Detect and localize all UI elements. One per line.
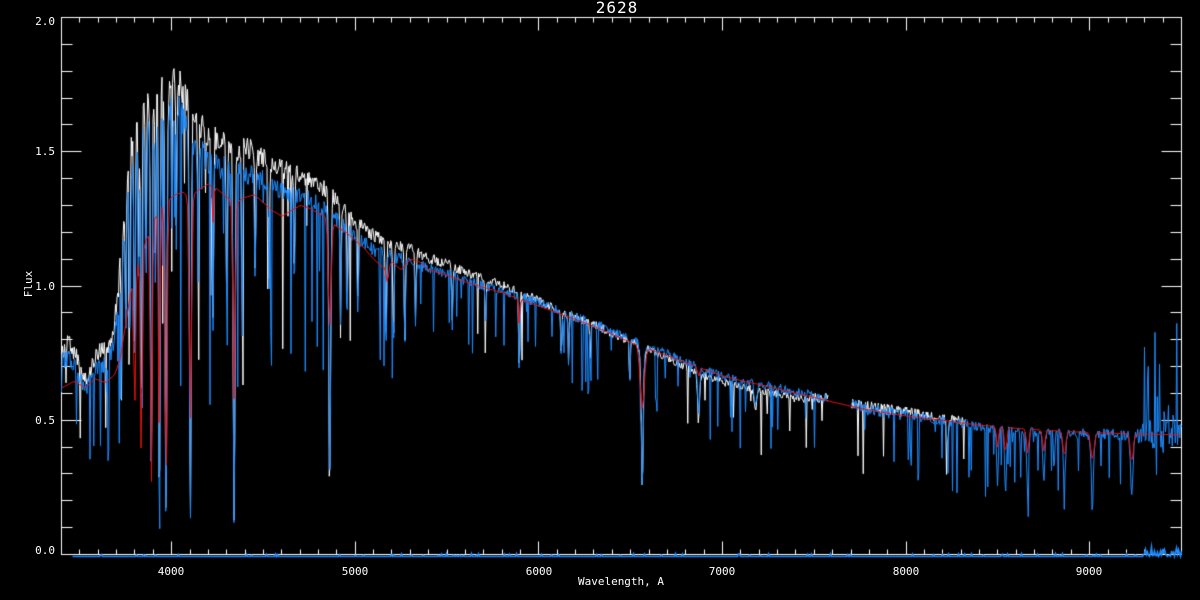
y-tick-label: 0.5 [35, 414, 55, 427]
x-tick-label: 7000 [708, 565, 736, 578]
y-tick-label: 1.0 [35, 280, 55, 293]
x-tick-label: 4000 [157, 565, 185, 578]
spectrum-figure: 2628 Flux Wavelength, A 2.0 1.5 1.0 0.5 … [0, 0, 1200, 600]
y-tick-label: 0.0 [35, 544, 55, 557]
x-tick-label: 5000 [341, 565, 369, 578]
y-tick-label: 2.0 [35, 15, 55, 28]
x-axis-label: Wavelength, A [577, 575, 665, 588]
x-tick-label: 8000 [892, 565, 920, 578]
spectrum-plot-canvas [0, 0, 1200, 600]
chart-title: 2628 [595, 0, 639, 17]
x-tick-label: 9000 [1075, 565, 1103, 578]
x-tick-label: 6000 [525, 565, 553, 578]
y-tick-label: 1.5 [35, 145, 55, 158]
